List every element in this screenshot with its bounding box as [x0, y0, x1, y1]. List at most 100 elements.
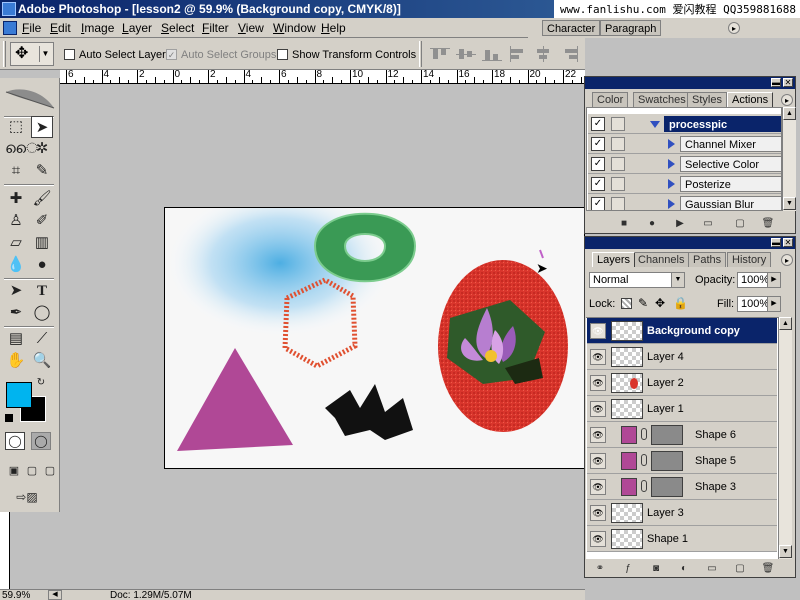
gradient-tool-icon[interactable]: ▥ — [31, 232, 53, 254]
eye-icon[interactable]: 👁 — [590, 349, 606, 365]
move-tool-icon[interactable]: ➤ — [31, 116, 53, 138]
action-toggle-checkbox[interactable]: ✓ — [591, 197, 605, 210]
tab-color[interactable]: Color — [592, 92, 629, 107]
link-layers-icon[interactable]: ⚭ — [593, 562, 607, 576]
fill-color-swatch[interactable] — [621, 478, 637, 496]
action-toggle-checkbox[interactable]: ✓ — [591, 177, 605, 191]
action-selective-color[interactable]: Selective Color — [680, 156, 781, 172]
menu-file[interactable]: File — [22, 20, 41, 36]
layer-row[interactable]: 👁 Shape 5 — [587, 448, 777, 474]
dialog-toggle-box[interactable] — [611, 137, 625, 151]
trash-icon[interactable]: 🗑 — [761, 562, 775, 576]
opacity-input[interactable]: 100% ▶ — [737, 272, 781, 288]
layer-style-icon[interactable]: ƒ — [621, 562, 635, 576]
expand-triangle-icon[interactable] — [668, 139, 675, 149]
new-layer-icon[interactable]: ▢ — [733, 562, 747, 576]
lock-position-icon[interactable]: ✥ — [655, 296, 665, 310]
dialog-toggle-box[interactable] — [611, 197, 625, 210]
swap-colors-icon[interactable]: ↻ — [34, 376, 48, 390]
action-toggle-checkbox[interactable]: ✓ — [591, 137, 605, 151]
fill-color-swatch[interactable] — [621, 452, 637, 470]
fill-color-swatch[interactable] — [621, 426, 637, 444]
options-grip[interactable] — [3, 41, 6, 67]
eyedropper-tool-icon[interactable]: ⟋ — [31, 328, 53, 350]
menu-edit[interactable]: Edit — [50, 20, 71, 36]
auto-select-layer-checkbox[interactable]: Auto Select Layer — [64, 48, 166, 62]
new-action-icon[interactable]: ▢ — [733, 217, 747, 231]
expand-triangle-icon[interactable] — [650, 121, 660, 128]
tab-paths[interactable]: Paths — [688, 252, 727, 267]
layer-row[interactable]: 👁 Layer 1 — [587, 396, 777, 422]
menu-select[interactable]: Select — [161, 20, 194, 36]
chevron-right-icon[interactable]: ▶ — [767, 273, 780, 287]
action-row[interactable]: ✓ Channel Mixer — [588, 134, 781, 154]
document-canvas[interactable] — [164, 207, 585, 469]
blend-mode-select[interactable]: Normal ▼ — [589, 272, 685, 288]
action-toggle-checkbox[interactable]: ✓ — [591, 117, 605, 131]
palette-titlebar[interactable]: ▬ ✕ — [585, 77, 795, 89]
eraser-tool-icon[interactable]: ▱ — [5, 232, 27, 254]
notes-tool-icon[interactable]: ▤ — [5, 328, 27, 350]
standard-mode-icon[interactable]: ◯ — [5, 432, 25, 450]
tab-layers[interactable]: Layers — [592, 252, 636, 267]
type-tool-icon[interactable]: T — [31, 280, 53, 302]
layer-row[interactable]: 👁 Shape 3 — [587, 474, 777, 500]
pen-tool-icon[interactable]: ✒ — [5, 302, 27, 324]
eye-icon[interactable]: 👁 — [590, 453, 606, 469]
marquee-tool-icon[interactable]: ⬚ — [5, 116, 27, 138]
hand-tool-icon[interactable]: ✋ — [5, 350, 27, 372]
expand-triangle-icon[interactable] — [668, 179, 675, 189]
eye-icon[interactable]: 👁 — [590, 531, 606, 547]
menu-layer[interactable]: Layer — [122, 20, 152, 36]
scroll-down-icon[interactable]: ▼ — [779, 545, 792, 558]
close-icon[interactable]: ✕ — [783, 238, 793, 247]
menu-help[interactable]: Help — [321, 20, 346, 36]
play-icon[interactable]: ▶ — [673, 217, 687, 231]
menu-filter[interactable]: Filter — [202, 20, 229, 36]
dialog-toggle-box[interactable] — [611, 117, 625, 131]
palette-menu-icon[interactable]: ▸ — [781, 94, 793, 106]
fill-input[interactable]: 100% ▶ — [737, 296, 781, 312]
align-right-edges-icon[interactable] — [560, 46, 580, 62]
expand-triangle-icon[interactable] — [668, 159, 675, 169]
jump-to-imageready-icon[interactable]: ⇨▨ — [5, 486, 49, 508]
align-bottom-edges-icon[interactable] — [482, 46, 502, 62]
new-set-icon[interactable]: ▭ — [701, 217, 715, 231]
expand-triangle-icon[interactable] — [668, 199, 675, 209]
zoom-tool-icon[interactable]: 🔍 — [31, 350, 53, 372]
layer-row[interactable]: 👁 Background copy — [587, 318, 777, 344]
dodge-tool-icon[interactable]: ● — [31, 254, 53, 276]
new-group-icon[interactable]: ▭ — [705, 562, 719, 576]
eye-icon[interactable]: 👁 — [590, 505, 606, 521]
tab-channels[interactable]: Channels — [633, 252, 690, 267]
align-vertical-centers-icon[interactable] — [456, 46, 476, 62]
action-row[interactable]: ✓ Posterize — [588, 174, 781, 194]
adjustment-layer-icon[interactable]: ◐ — [677, 562, 691, 576]
document-icon[interactable] — [3, 21, 17, 35]
action-posterize[interactable]: Posterize — [680, 176, 781, 192]
well-tab-paragraph[interactable]: Paragraph — [600, 20, 662, 36]
default-colors-icon[interactable] — [5, 414, 13, 422]
align-horizontal-centers-icon[interactable] — [534, 46, 554, 62]
layer-row[interactable]: 👁 Shape 1 — [587, 526, 777, 552]
scroll-up-icon[interactable]: ▲ — [783, 107, 796, 120]
action-row[interactable]: ✓ Gaussian Blur — [588, 194, 781, 210]
action-row[interactable]: ✓ Selective Color — [588, 154, 781, 174]
lock-all-icon[interactable]: 🔒 — [673, 296, 688, 310]
lock-pixels-icon[interactable]: ✎ — [638, 296, 648, 310]
action-set-processpic[interactable]: processpic — [664, 116, 781, 132]
layers-scrollbar[interactable]: ▲ ▼ — [778, 317, 792, 559]
stop-icon[interactable]: ■ — [617, 217, 631, 231]
path-selection-tool-icon[interactable]: ➤ — [5, 280, 27, 302]
align-left-edges-icon[interactable] — [508, 46, 528, 62]
palette-titlebar[interactable]: ▬ ✕ — [585, 237, 795, 249]
tab-actions[interactable]: Actions — [727, 92, 774, 107]
horizontal-ruler[interactable]: 642024681012141618202224 — [60, 70, 585, 84]
history-brush-tool-icon[interactable]: ✐ — [31, 210, 53, 232]
dialog-toggle-box[interactable] — [611, 177, 625, 191]
trash-icon[interactable]: 🗑 — [761, 217, 775, 231]
quick-mask-mode-icon[interactable]: ◯ — [31, 432, 51, 450]
scroll-up-icon[interactable]: ▲ — [779, 317, 792, 330]
menu-view[interactable]: View — [238, 20, 264, 36]
tab-swatches[interactable]: Swatches — [633, 92, 691, 107]
